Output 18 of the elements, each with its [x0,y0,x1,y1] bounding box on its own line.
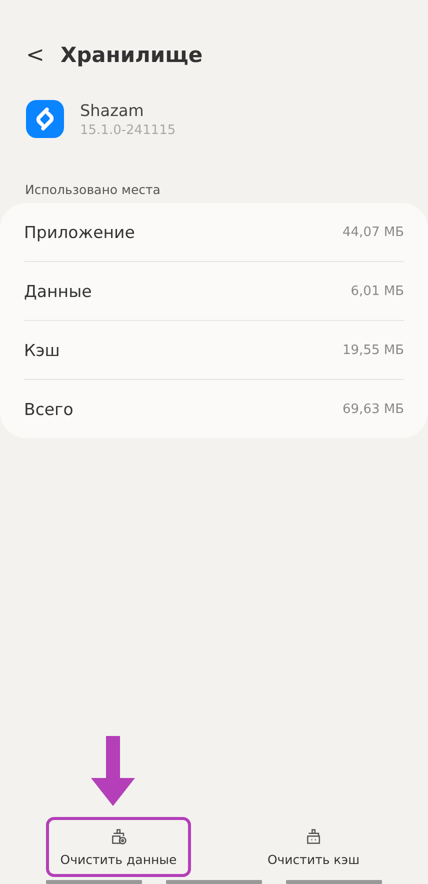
back-button[interactable]: < [22,42,48,68]
section-label: Использовано места [24,181,162,197]
app-version: 15.1.0-241115 [80,122,176,138]
pointer-arrow [91,736,135,806]
brush-gear-icon [110,828,128,846]
action-button[interactable]: Очистить кэш [241,817,386,877]
row-value: 6,01 МБ [350,284,404,298]
app-icon [26,100,64,138]
row-label: Приложение [24,222,135,242]
row-value: 69,63 МБ [342,402,404,416]
row-value: 44,07 МБ [342,224,404,240]
app-name: Shazam [80,100,145,120]
page-title: Хранилище [60,43,203,67]
row-label: Кэш [24,340,60,360]
brush-icon [304,828,322,846]
row-label: Всего [24,400,74,418]
row-label: Данные [24,282,92,300]
row-value: 19,55 МБ [342,342,404,358]
